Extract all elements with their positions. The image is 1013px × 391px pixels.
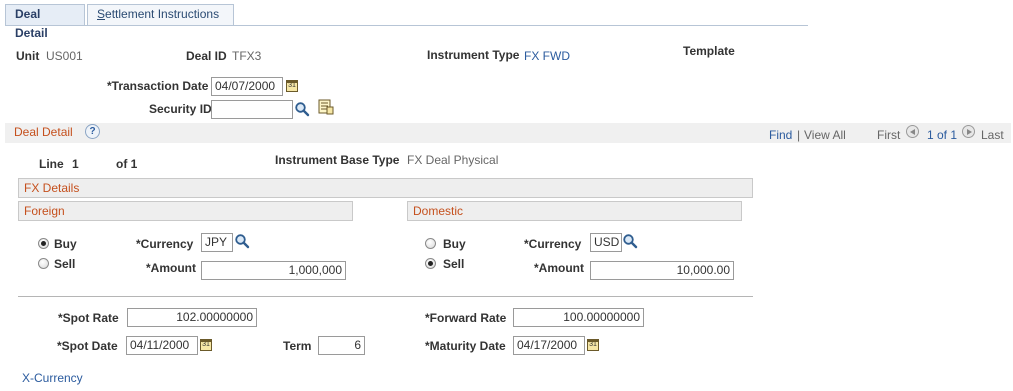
- foreign-title: Foreign: [24, 204, 65, 218]
- magnifier-icon[interactable]: [294, 101, 310, 117]
- foreign-amount-label: *Amount: [146, 261, 196, 275]
- domestic-bar: Domestic: [407, 201, 742, 221]
- instrument-base-type-value: FX Deal Physical: [407, 153, 499, 167]
- tab-deal-detail-label: Deal Detail: [15, 7, 48, 40]
- domestic-sell-label: Sell: [443, 257, 465, 271]
- page-info: 1 of 1: [927, 128, 958, 142]
- foreign-sell-label: Sell: [54, 257, 76, 271]
- deal-detail-title: Deal Detail: [14, 125, 73, 139]
- instrument-type-label: Instrument Type: [427, 48, 520, 62]
- deal-detail-header-bar: [5, 123, 1011, 143]
- view-all-link[interactable]: View All: [804, 128, 846, 142]
- tab-deal-detail[interactable]: Deal Detail: [5, 4, 85, 40]
- domestic-amount-field[interactable]: 10,000.00: [590, 261, 734, 280]
- detail-view-icon[interactable]: [318, 99, 334, 115]
- transaction-date-label: *Transaction Date: [107, 79, 209, 93]
- security-id-field[interactable]: [211, 100, 293, 119]
- template-label: Template: [683, 44, 735, 58]
- security-id-label: Security ID: [149, 102, 212, 116]
- tab-settlement-instructions[interactable]: Settlement Instructions: [87, 4, 234, 25]
- fx-details-title: FX Details: [24, 181, 80, 195]
- instrument-type-link[interactable]: FX FWD: [524, 49, 570, 63]
- magnifier-icon[interactable]: [622, 233, 638, 249]
- next-row-icon[interactable]: [962, 125, 975, 138]
- line-value: 1: [72, 157, 79, 171]
- domestic-sell-radio[interactable]: [425, 258, 436, 269]
- line-of-total: of 1: [116, 157, 138, 171]
- domestic-currency-field[interactable]: USD: [590, 233, 622, 252]
- domestic-buy-radio[interactable]: [425, 238, 436, 249]
- transaction-date-field[interactable]: 04/07/2000: [211, 77, 283, 96]
- term-field[interactable]: 6: [318, 336, 365, 355]
- help-icon[interactable]: ?: [85, 124, 100, 139]
- maturity-date-field[interactable]: 04/17/2000: [513, 336, 585, 355]
- deal-id-label: Deal ID: [186, 49, 227, 63]
- spot-date-field[interactable]: 04/11/2000: [126, 336, 198, 355]
- foreign-buy-label: Buy: [54, 237, 77, 251]
- domestic-amount-label: *Amount: [534, 261, 584, 275]
- fx-details-bar: FX Details: [18, 178, 753, 198]
- forward-rate-field[interactable]: 100.00000000: [513, 308, 644, 327]
- first-link[interactable]: First: [877, 128, 900, 142]
- instrument-base-type-label: Instrument Base Type: [275, 153, 400, 167]
- section-divider: [18, 296, 753, 297]
- x-currency-link[interactable]: X-Currency: [22, 371, 83, 385]
- previous-row-icon[interactable]: [906, 125, 919, 138]
- calendar-icon[interactable]: 31: [200, 339, 212, 351]
- unit-label: Unit: [16, 49, 40, 63]
- find-separator: |: [797, 128, 801, 142]
- calendar-icon[interactable]: 31: [587, 339, 599, 351]
- calendar-icon[interactable]: 31: [286, 80, 298, 92]
- foreign-amount-field[interactable]: 1,000,000: [201, 261, 346, 280]
- foreign-currency-field[interactable]: JPY: [201, 233, 233, 252]
- domestic-currency-label: *Currency: [524, 237, 582, 251]
- domestic-title: Domestic: [413, 204, 464, 218]
- find-link[interactable]: Find: [769, 128, 792, 142]
- spot-rate-label: *Spot Rate: [58, 311, 119, 325]
- domestic-buy-label: Buy: [443, 237, 466, 251]
- last-link[interactable]: Last: [981, 128, 1004, 142]
- term-label: Term: [283, 339, 312, 353]
- spot-rate-field[interactable]: 102.00000000: [127, 308, 257, 327]
- magnifier-icon[interactable]: [234, 233, 250, 249]
- foreign-buy-radio[interactable]: [38, 238, 49, 249]
- foreign-bar: Foreign: [18, 201, 353, 221]
- tab-settlement-label: ettlement Instructions: [105, 7, 220, 21]
- foreign-currency-label: *Currency: [136, 237, 194, 251]
- forward-rate-label: *Forward Rate: [425, 311, 507, 325]
- maturity-date-label: *Maturity Date: [425, 339, 506, 353]
- deal-id-value: TFX3: [232, 49, 262, 63]
- spot-date-label: *Spot Date: [57, 339, 118, 353]
- line-label: Line: [39, 157, 64, 171]
- tab-settlement-accesskey: S: [97, 7, 106, 21]
- unit-value: US001: [46, 49, 83, 63]
- foreign-sell-radio[interactable]: [38, 258, 49, 269]
- tab-underline: [5, 25, 808, 26]
